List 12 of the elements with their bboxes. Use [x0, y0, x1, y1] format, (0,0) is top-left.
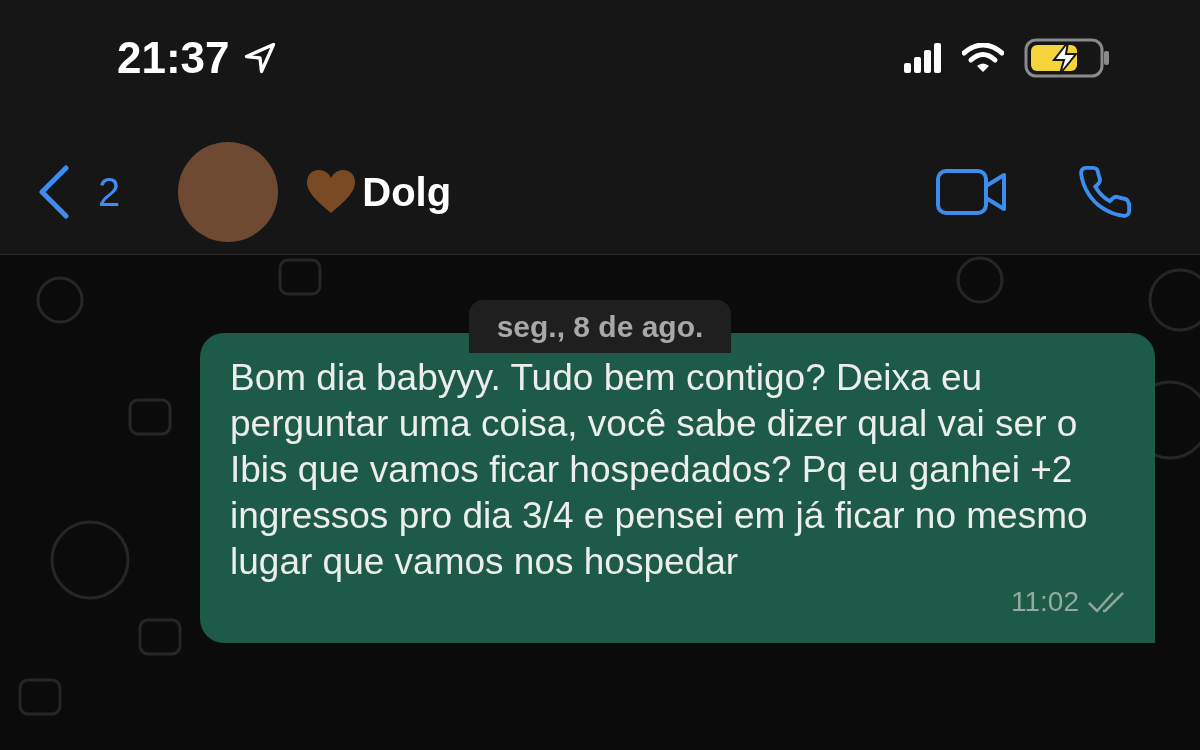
signal-icon — [904, 43, 942, 73]
back-button[interactable]: 2 — [36, 162, 121, 222]
heart-icon — [306, 169, 357, 215]
back-chevron-icon — [36, 165, 70, 219]
message-time: 11:02 — [1011, 585, 1079, 619]
video-call-icon[interactable] — [936, 169, 1008, 215]
date-label: seg., 8 de ago. — [468, 300, 732, 353]
message-text: Bom dia babyyy. Tudo bem contigo? Deixa eu perguntar uma coisa, você sabe dizer qual vai ser o Ibis que vamos ficar hospedados? Pq eu ganhei +2 ingressos pro dia 3/4 e pensei em já ficar no mesmo lugar que vamos nos hospedar — [230, 356, 1089, 584]
clock-time: 21:37 — [117, 32, 230, 84]
wifi-icon — [962, 43, 1004, 73]
phone-icon[interactable] — [1076, 163, 1134, 221]
contact-name[interactable]: Dolg — [362, 162, 452, 222]
